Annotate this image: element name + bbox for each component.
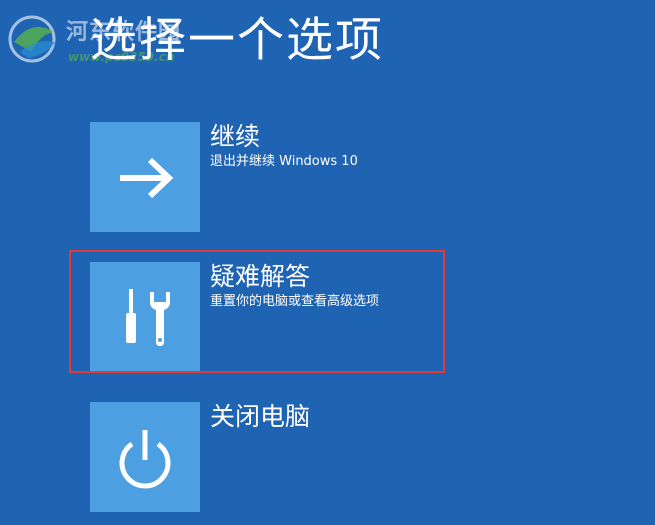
recovery-screen: 河东软件园 www.pc0359.cn 选择一个选项 继续 退出并继续 Wind… bbox=[0, 0, 655, 525]
option-shutdown-tile[interactable] bbox=[90, 402, 200, 512]
page-title: 选择一个选项 bbox=[90, 13, 384, 68]
option-continue[interactable]: 继续 退出并继续 Windows 10 bbox=[90, 122, 630, 232]
option-troubleshoot-tile[interactable] bbox=[90, 262, 200, 372]
option-continue-label: 继续 bbox=[210, 122, 261, 151]
option-continue-description: 退出并继续 Windows 10 bbox=[210, 154, 358, 169]
power-icon bbox=[119, 430, 171, 489]
option-shutdown[interactable]: 关闭电脑 bbox=[90, 402, 630, 512]
tools-icon bbox=[126, 289, 170, 346]
option-continue-tile[interactable] bbox=[90, 122, 200, 232]
option-troubleshoot[interactable]: 疑难解答 重置你的电脑或查看高级选项 bbox=[90, 262, 630, 372]
arrow-right-icon bbox=[120, 157, 174, 199]
option-shutdown-label: 关闭电脑 bbox=[210, 402, 311, 431]
option-troubleshoot-description: 重置你的电脑或查看高级选项 bbox=[210, 294, 380, 309]
watermark-logo-icon bbox=[8, 15, 56, 63]
option-troubleshoot-label: 疑难解答 bbox=[210, 262, 311, 291]
